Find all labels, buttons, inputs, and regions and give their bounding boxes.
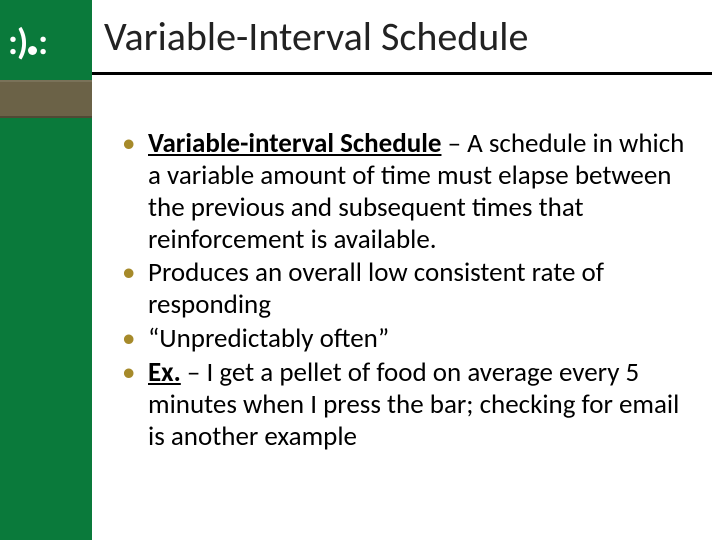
bullet-text: “Unpredictably often” <box>148 322 389 355</box>
bullet-term: Variable-interval Schedule <box>148 127 441 160</box>
sidebar-accent <box>0 80 92 118</box>
bullet-text: Produces an overall low consistent rate … <box>148 256 604 321</box>
paren-icon: ) <box>17 20 27 64</box>
bullet-item: “Unpredictably often” <box>120 323 700 355</box>
bullet-item: Ex. – I get a pellet of food on average … <box>120 357 700 453</box>
bullet-item: Produces an overall low consistent rate … <box>120 257 700 321</box>
bullet-term: Ex. <box>148 356 181 389</box>
slide: :): Variable-Interval Schedule Variable-… <box>0 0 720 540</box>
bullet-sep: – <box>181 356 207 389</box>
slide-body: Variable-interval Schedule – A schedule … <box>120 128 700 455</box>
logo-smiley: :): <box>8 24 47 60</box>
bullet-sep: – <box>441 127 467 160</box>
bullet-text: I get a pellet of food on average every … <box>148 356 679 453</box>
colon-icon: : <box>38 20 47 64</box>
slide-title: Variable-Interval Schedule <box>104 12 528 61</box>
colon-icon: : <box>8 20 17 64</box>
bullet-item: Variable-interval Schedule – A schedule … <box>120 128 700 255</box>
title-rule <box>92 72 712 75</box>
dot-icon <box>28 46 37 55</box>
